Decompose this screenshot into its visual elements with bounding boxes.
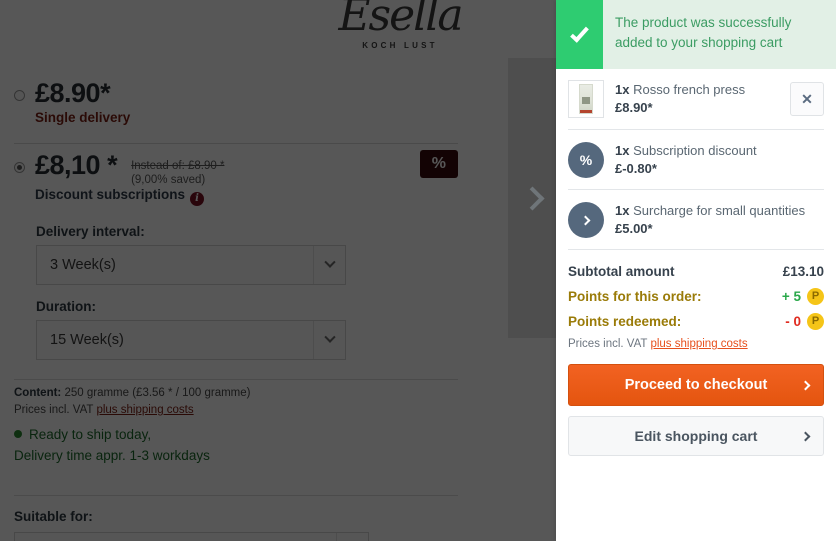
- chevron-right-icon: [800, 380, 811, 390]
- cart-item-name: Subscription discount: [633, 143, 757, 158]
- cart-item-qty: 1x: [615, 143, 630, 158]
- points-redeemed-label: Points redeemed:: [568, 314, 682, 329]
- chevron-right-icon: [519, 185, 545, 211]
- cart-vat-note: Prices incl. VAT plus shipping costs: [568, 338, 824, 350]
- subtotal-value: £13.10: [782, 264, 824, 279]
- success-banner: The product was successfully added to yo…: [556, 0, 836, 69]
- product-thumbnail[interactable]: [568, 80, 604, 118]
- carousel-next-button[interactable]: [508, 58, 556, 338]
- proceed-to-checkout-button[interactable]: Proceed to checkout: [568, 364, 824, 406]
- vat-text: Prices incl. VAT: [568, 338, 648, 350]
- edit-shopping-cart-button[interactable]: Edit shopping cart: [568, 416, 824, 456]
- cart-item-qty: 1x: [615, 203, 630, 218]
- shipping-costs-link[interactable]: plus shipping costs: [650, 338, 747, 350]
- cart-totals: Subtotal amount £13.10 Points for this o…: [556, 250, 836, 350]
- points-order-value: + 5: [781, 289, 801, 304]
- page-dim-overlay: [0, 0, 556, 541]
- points-order-row: Points for this order: + 5 P: [568, 284, 824, 309]
- cart-actions: Proceed to checkout Edit shopping cart: [556, 350, 836, 456]
- points-order-label: Points for this order:: [568, 289, 702, 304]
- cart-flyout-panel: The product was successfully added to yo…: [556, 0, 836, 541]
- edit-cart-label: Edit shopping cart: [634, 428, 758, 444]
- points-badge-icon: P: [807, 288, 824, 305]
- product-detail-page: Esella KOCH LUST £8.90* Single delivery …: [0, 0, 556, 541]
- cart-item[interactable]: 1x Rosso french press £8.90* ✕: [568, 69, 824, 130]
- remove-item-button[interactable]: ✕: [790, 82, 824, 116]
- close-icon: ✕: [801, 90, 813, 107]
- cart-item-name: Rosso french press: [633, 82, 746, 97]
- points-redeemed-row: Points redeemed: - 0 P: [568, 309, 824, 334]
- points-redeemed-value: - 0: [785, 314, 801, 329]
- success-check-icon: [556, 0, 603, 69]
- cart-item[interactable]: % 1x Subscription discount £-0.80*: [568, 130, 824, 190]
- subtotal-row: Subtotal amount £13.10: [568, 259, 824, 284]
- success-message: The product was successfully added to yo…: [615, 15, 792, 50]
- cart-item[interactable]: 1x Surcharge for small quantities £5.00*: [568, 190, 824, 250]
- checkout-label: Proceed to checkout: [624, 377, 768, 393]
- cart-item-qty: 1x: [615, 82, 630, 97]
- percent-icon: %: [568, 142, 604, 178]
- points-badge-icon: P: [807, 313, 824, 330]
- screenshot-root: Esella KOCH LUST £8.90* Single delivery …: [0, 0, 836, 541]
- chevron-right-icon: [800, 431, 811, 441]
- subtotal-label: Subtotal amount: [568, 264, 675, 279]
- cart-item-name: Surcharge for small quantities: [633, 203, 806, 218]
- cart-item-price: £8.90*: [615, 100, 653, 115]
- chevron-right-icon: [568, 202, 604, 238]
- cart-item-list: 1x Rosso french press £8.90* ✕ % 1x Subs…: [556, 69, 836, 250]
- cart-item-price: £-0.80*: [615, 161, 657, 176]
- cart-item-price: £5.00*: [615, 221, 653, 236]
